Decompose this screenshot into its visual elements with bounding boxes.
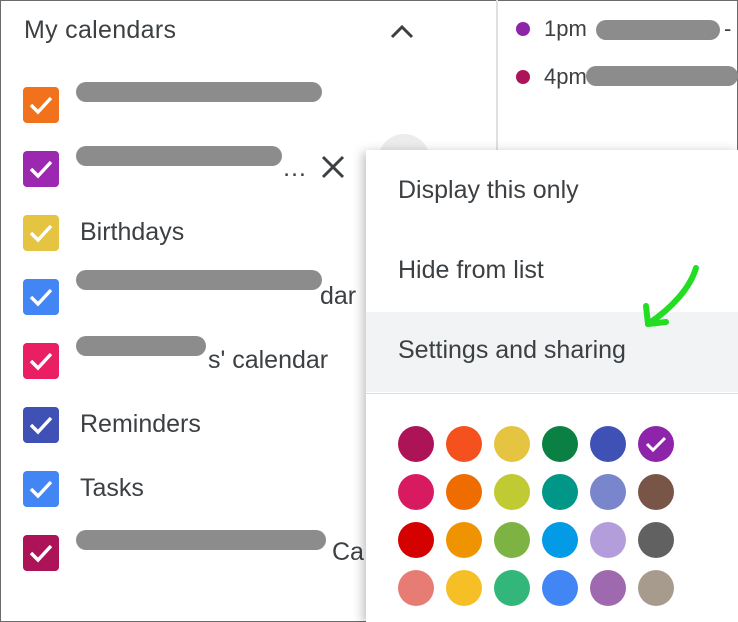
color-swatch[interactable] bbox=[542, 474, 578, 510]
calendar-label[interactable]: Reminders bbox=[80, 410, 201, 439]
close-icon[interactable] bbox=[318, 152, 348, 182]
check-icon bbox=[29, 160, 53, 179]
redaction-scribble bbox=[76, 82, 322, 102]
color-swatch[interactable] bbox=[542, 426, 578, 462]
panel-divider bbox=[496, 0, 498, 160]
color-swatch[interactable] bbox=[494, 570, 530, 606]
color-swatch[interactable] bbox=[638, 426, 674, 462]
redaction-scribble bbox=[76, 270, 322, 290]
color-swatch[interactable] bbox=[494, 522, 530, 558]
color-swatch[interactable] bbox=[446, 570, 482, 606]
calendar-label[interactable]: dar bbox=[320, 282, 356, 311]
my-calendars-header: My calendars bbox=[24, 16, 177, 44]
color-swatch[interactable] bbox=[446, 474, 482, 510]
event-dot bbox=[516, 70, 530, 84]
color-swatch[interactable] bbox=[398, 570, 434, 606]
check-icon bbox=[29, 352, 53, 371]
menu-item-label: Settings and sharing bbox=[398, 336, 626, 364]
color-swatch[interactable] bbox=[494, 426, 530, 462]
calendar-label[interactable]: Tasks bbox=[80, 474, 144, 503]
color-swatch[interactable] bbox=[590, 522, 626, 558]
menu-item-label: Hide from list bbox=[398, 256, 544, 284]
menu-item-display-this-only[interactable]: Display this only bbox=[366, 152, 738, 232]
calendar-checkbox[interactable] bbox=[23, 535, 59, 571]
calendar-checkbox[interactable] bbox=[23, 151, 59, 187]
color-swatch[interactable] bbox=[446, 522, 482, 558]
event-time[interactable]: 4pm bbox=[544, 64, 587, 90]
redaction-scribble bbox=[586, 66, 738, 86]
check-icon bbox=[29, 416, 53, 435]
color-swatch[interactable] bbox=[398, 522, 434, 558]
calendar-checkbox[interactable] bbox=[23, 407, 59, 443]
redaction-scribble bbox=[76, 530, 326, 550]
check-icon bbox=[29, 288, 53, 307]
redaction-scribble bbox=[76, 336, 206, 356]
event-suffix: - bbox=[724, 16, 732, 41]
calendar-checkbox[interactable] bbox=[23, 471, 59, 507]
calendar-checkbox[interactable] bbox=[23, 343, 59, 379]
calendar-checkbox[interactable] bbox=[23, 279, 59, 315]
color-swatch[interactable] bbox=[542, 522, 578, 558]
redaction-scribble bbox=[76, 146, 282, 166]
chevron-up-icon[interactable] bbox=[388, 20, 416, 44]
check-icon bbox=[645, 436, 667, 453]
check-icon bbox=[29, 224, 53, 243]
color-swatch[interactable] bbox=[590, 474, 626, 510]
check-icon bbox=[29, 544, 53, 563]
check-icon bbox=[29, 480, 53, 499]
color-swatch[interactable] bbox=[590, 426, 626, 462]
color-swatch[interactable] bbox=[638, 570, 674, 606]
check-icon bbox=[29, 96, 53, 115]
menu-item-label: Display this only bbox=[398, 176, 579, 204]
color-swatch[interactable] bbox=[398, 426, 434, 462]
menu-divider bbox=[366, 393, 738, 394]
calendar-label[interactable]: Birthdays bbox=[80, 218, 184, 247]
color-swatch[interactable] bbox=[542, 570, 578, 606]
event-time[interactable]: 1pm bbox=[544, 16, 587, 42]
redaction-scribble bbox=[596, 20, 720, 40]
calendar-checkbox[interactable] bbox=[23, 215, 59, 251]
calendar-label[interactable]: s' calendar bbox=[208, 346, 328, 375]
calendar-label[interactable]: Ca bbox=[332, 538, 364, 567]
calendar-label[interactable]: … bbox=[282, 154, 307, 183]
calendar-checkbox[interactable] bbox=[23, 87, 59, 123]
color-swatch[interactable] bbox=[446, 426, 482, 462]
color-swatch[interactable] bbox=[494, 474, 530, 510]
event-dot bbox=[516, 22, 530, 36]
color-swatch[interactable] bbox=[398, 474, 434, 510]
color-swatch[interactable] bbox=[638, 474, 674, 510]
annotation-arrow-icon bbox=[643, 265, 699, 327]
color-swatch[interactable] bbox=[590, 570, 626, 606]
color-swatch[interactable] bbox=[638, 522, 674, 558]
